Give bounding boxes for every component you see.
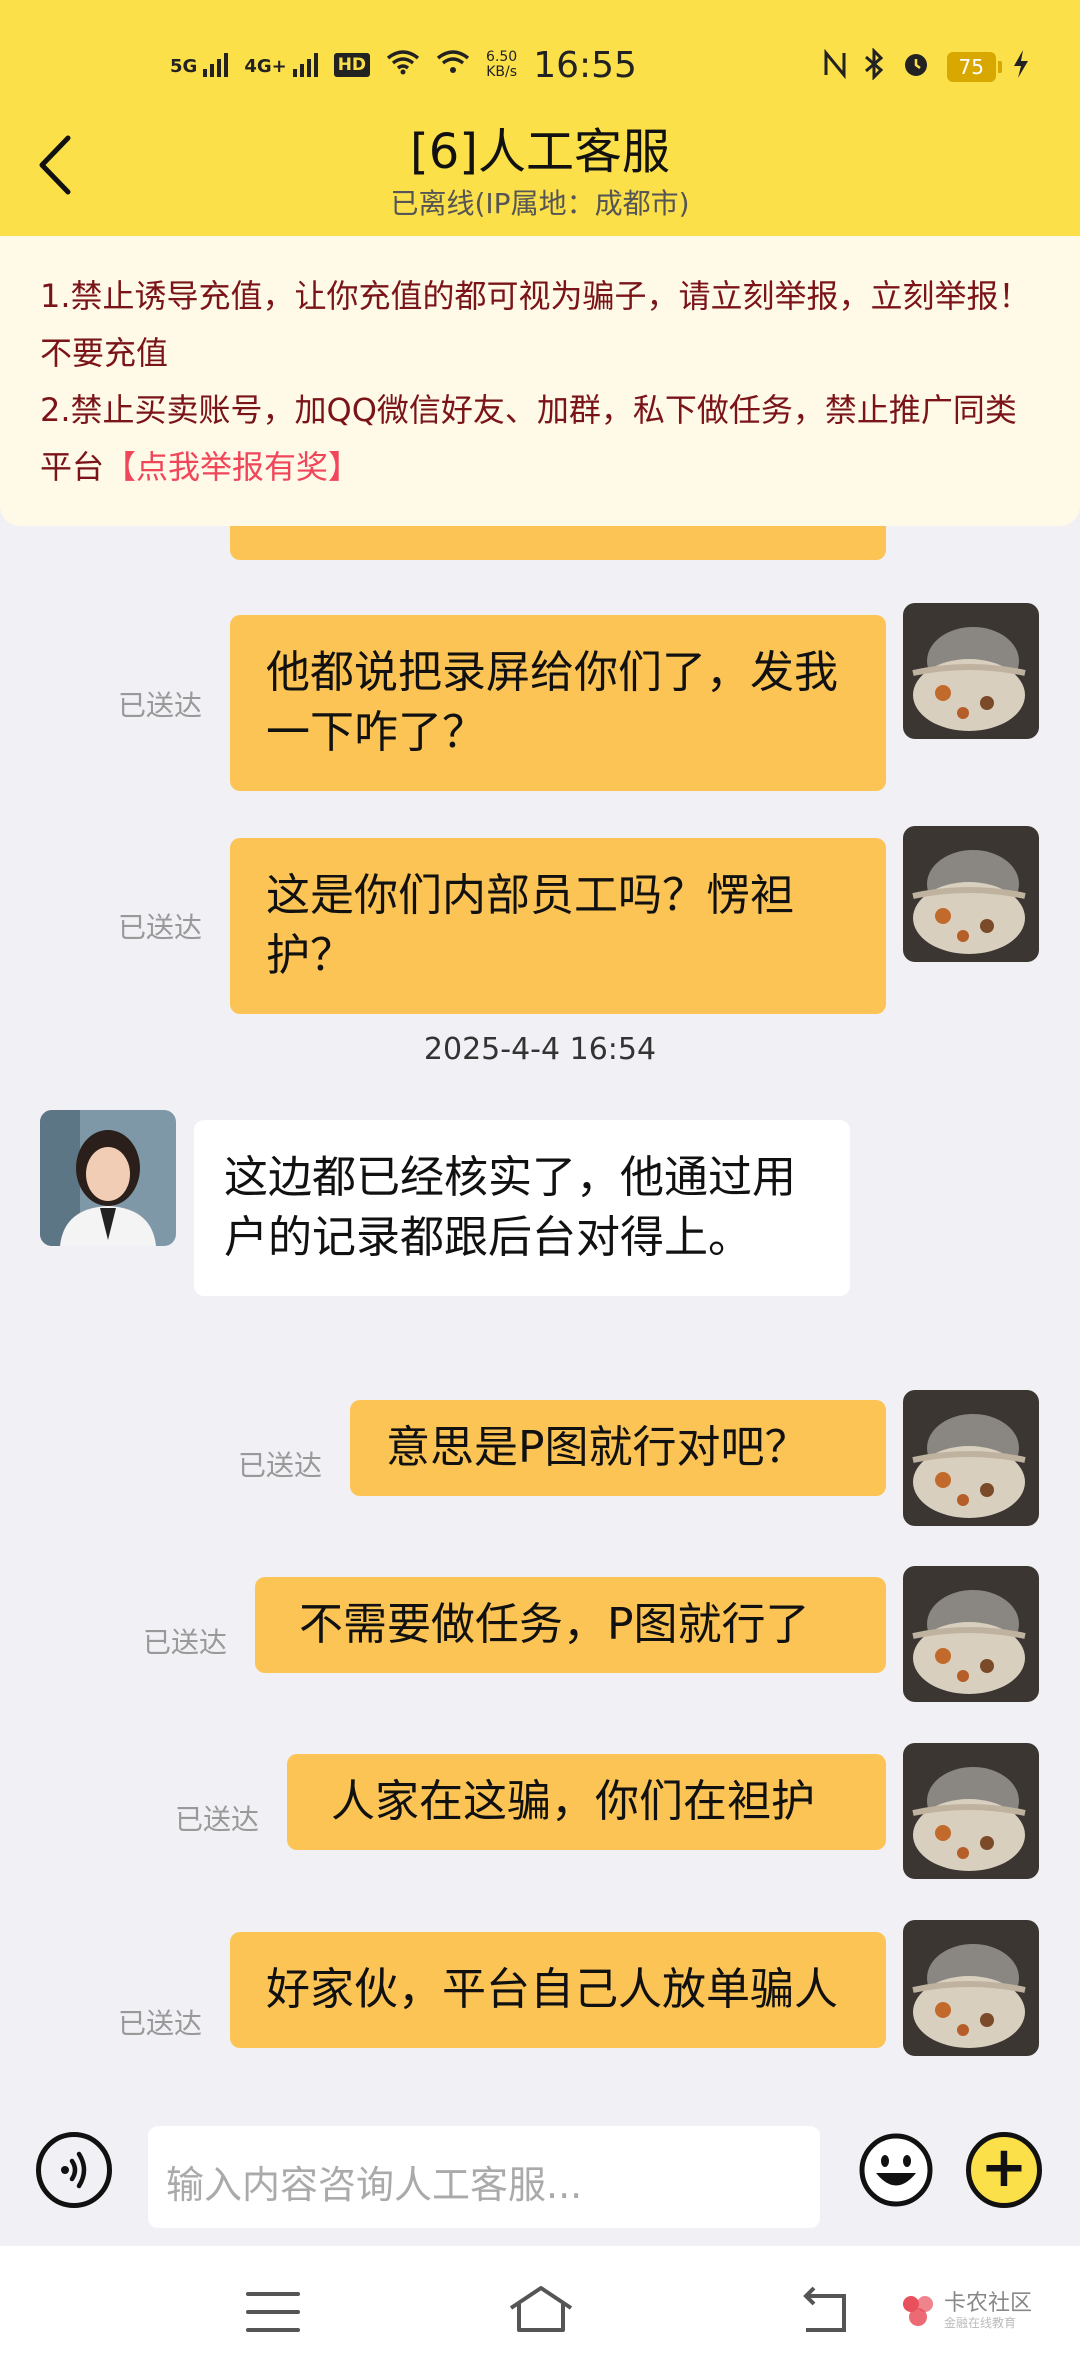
user-avatar[interactable]	[903, 1390, 1039, 1526]
message-status: 已送达	[118, 689, 203, 722]
message-bubble-sent[interactable]: 不需要做任务，P图就行了	[255, 1577, 886, 1673]
chat-messages[interactable]: 已送达 他都说把录屏给你们了，发我一下咋了？ 已送达 这是你们内部员工吗？愣袒护…	[0, 480, 1080, 2120]
bluetooth-icon	[863, 46, 885, 87]
message-bubble-sent[interactable]: 人家在这骗，你们在袒护	[287, 1754, 886, 1850]
cat-teacup-avatar-icon	[903, 1920, 1039, 2056]
user-avatar[interactable]	[903, 1920, 1039, 2056]
hd-icon: HD	[333, 53, 371, 77]
alarm-icon	[901, 49, 931, 86]
plus-icon: +	[980, 2135, 1028, 2200]
battery-icon: 75	[946, 52, 1003, 82]
message-timestamp: 2025-4-4 16:54	[423, 1032, 657, 1067]
message-status: 已送达	[238, 1449, 323, 1482]
message-bubble-sent[interactable]: 他都说把录屏给你们了，发我一下咋了？	[230, 615, 886, 791]
watermark: 卡农社区 金融在线教育	[900, 2286, 1032, 2336]
status-right: 75	[823, 42, 1030, 92]
return-arrow-icon	[803, 2286, 846, 2332]
message-bubble-sent[interactable]: 好家伙，平台自己人放单骗人	[230, 1932, 886, 2048]
voice-input-button[interactable]	[36, 2132, 112, 2208]
chat-header: [6]人工客服 已离线(IP属地：成都市)	[0, 100, 1080, 240]
chat-title: [6]人工客服	[410, 124, 670, 180]
watermark-name: 卡农社区	[944, 2291, 1033, 2316]
signal-bars-icon	[292, 53, 318, 77]
charging-icon	[1012, 49, 1030, 86]
wifi-icon	[386, 49, 420, 81]
status-time: 16:55	[533, 44, 637, 86]
message-input-bar: 输入内容咨询人工客服... +	[0, 2110, 1080, 2245]
user-avatar[interactable]	[903, 603, 1039, 739]
emoji-button[interactable]	[858, 2132, 934, 2208]
user-avatar[interactable]	[903, 1743, 1039, 1879]
cat-teacup-avatar-icon	[903, 1390, 1039, 1526]
nfc-icon	[823, 48, 847, 86]
hotspot-icon	[436, 49, 470, 81]
signal-4g: 4G+	[244, 53, 318, 77]
user-avatar[interactable]	[903, 1566, 1039, 1702]
notice-line-2: 2.禁止买卖账号，加QQ微信好友、加群，私下做任务，禁止推广同类平台【点我举报有…	[40, 382, 1040, 496]
recent-apps-button[interactable]	[246, 2292, 300, 2332]
watermark-text: 卡农社区 金融在线教育	[944, 2291, 1033, 2331]
cat-teacup-avatar-icon	[903, 1566, 1039, 1702]
net-speed-unit: KB/s	[486, 64, 518, 80]
net-speed: 6.50 KB/s	[486, 50, 517, 80]
cat-teacup-avatar-icon	[903, 1743, 1039, 1879]
system-back-button[interactable]	[796, 2286, 852, 2336]
agent-avatar[interactable]	[40, 1110, 176, 1246]
notice-line-1: 1.禁止诱导充值，让你充值的都可视为骗子，请立刻举报，立刻举报！不要充值	[40, 277, 1031, 372]
message-bubble-received[interactable]: 这边都已经核实了，他通过用户的记录都跟后台对得上。	[194, 1120, 850, 1296]
kanong-logo-icon	[903, 2296, 933, 2326]
message-status: 已送达	[118, 2007, 203, 2040]
home-icon	[509, 2286, 573, 2332]
message-status: 已送达	[143, 1626, 228, 1659]
net-speed-value: 6.50	[486, 49, 518, 65]
message-status: 已送达	[118, 911, 203, 944]
cat-teacup-avatar-icon	[903, 603, 1039, 739]
net-label-5g: 5G	[170, 56, 198, 77]
voice-icon	[61, 2151, 87, 2189]
message-bubble-sent[interactable]: 这是你们内部员工吗？愣袒护？	[230, 838, 886, 1014]
warning-notice: 1.禁止诱导充值，让你充值的都可视为骗子，请立刻举报，立刻举报！不要充值 2.禁…	[0, 236, 1080, 526]
net-label-4g: 4G+	[244, 56, 287, 77]
message-input[interactable]: 输入内容咨询人工客服...	[148, 2126, 820, 2228]
system-nav-bar: 卡农社区 金融在线教育	[0, 2246, 1080, 2376]
agent-photo-avatar-icon	[40, 1110, 176, 1246]
smiley-icon	[859, 2133, 933, 2207]
home-button[interactable]	[505, 2284, 577, 2336]
user-avatar[interactable]	[903, 826, 1039, 962]
watermark-tagline: 金融在线教育	[944, 2316, 1017, 2330]
message-status: 已送达	[175, 1803, 260, 1836]
report-link[interactable]: 【点我举报有奖】	[104, 448, 360, 486]
status-left: 5G 4G+ HD 6.50 KB/s 16:55	[170, 40, 637, 90]
chat-subtitle: 已离线(IP属地：成都市)	[390, 187, 690, 220]
more-actions-button[interactable]: +	[966, 2132, 1042, 2208]
message-bubble-sent[interactable]: 意思是P图就行对吧？	[350, 1400, 886, 1496]
signal-bars-icon	[203, 53, 229, 77]
signal-5g: 5G	[170, 53, 229, 77]
cat-teacup-avatar-icon	[903, 826, 1039, 962]
